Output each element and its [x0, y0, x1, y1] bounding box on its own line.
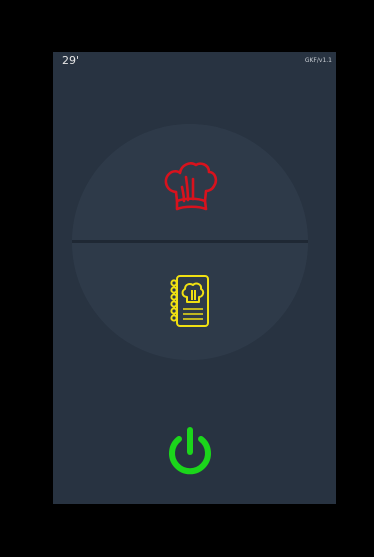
recipe-book-icon — [170, 275, 209, 327]
chef-hat-icon — [164, 162, 218, 211]
chef-mode-button[interactable] — [72, 124, 308, 241]
recipe-book-button[interactable] — [72, 243, 308, 360]
device-screen: 29' GKF/v1.1 — [53, 52, 336, 504]
power-icon — [169, 427, 211, 475]
power-button[interactable] — [160, 422, 220, 482]
mode-dial — [72, 124, 308, 360]
version-label: GKF/v1.1 — [304, 57, 332, 64]
temperature-readout: 29' — [62, 54, 80, 67]
